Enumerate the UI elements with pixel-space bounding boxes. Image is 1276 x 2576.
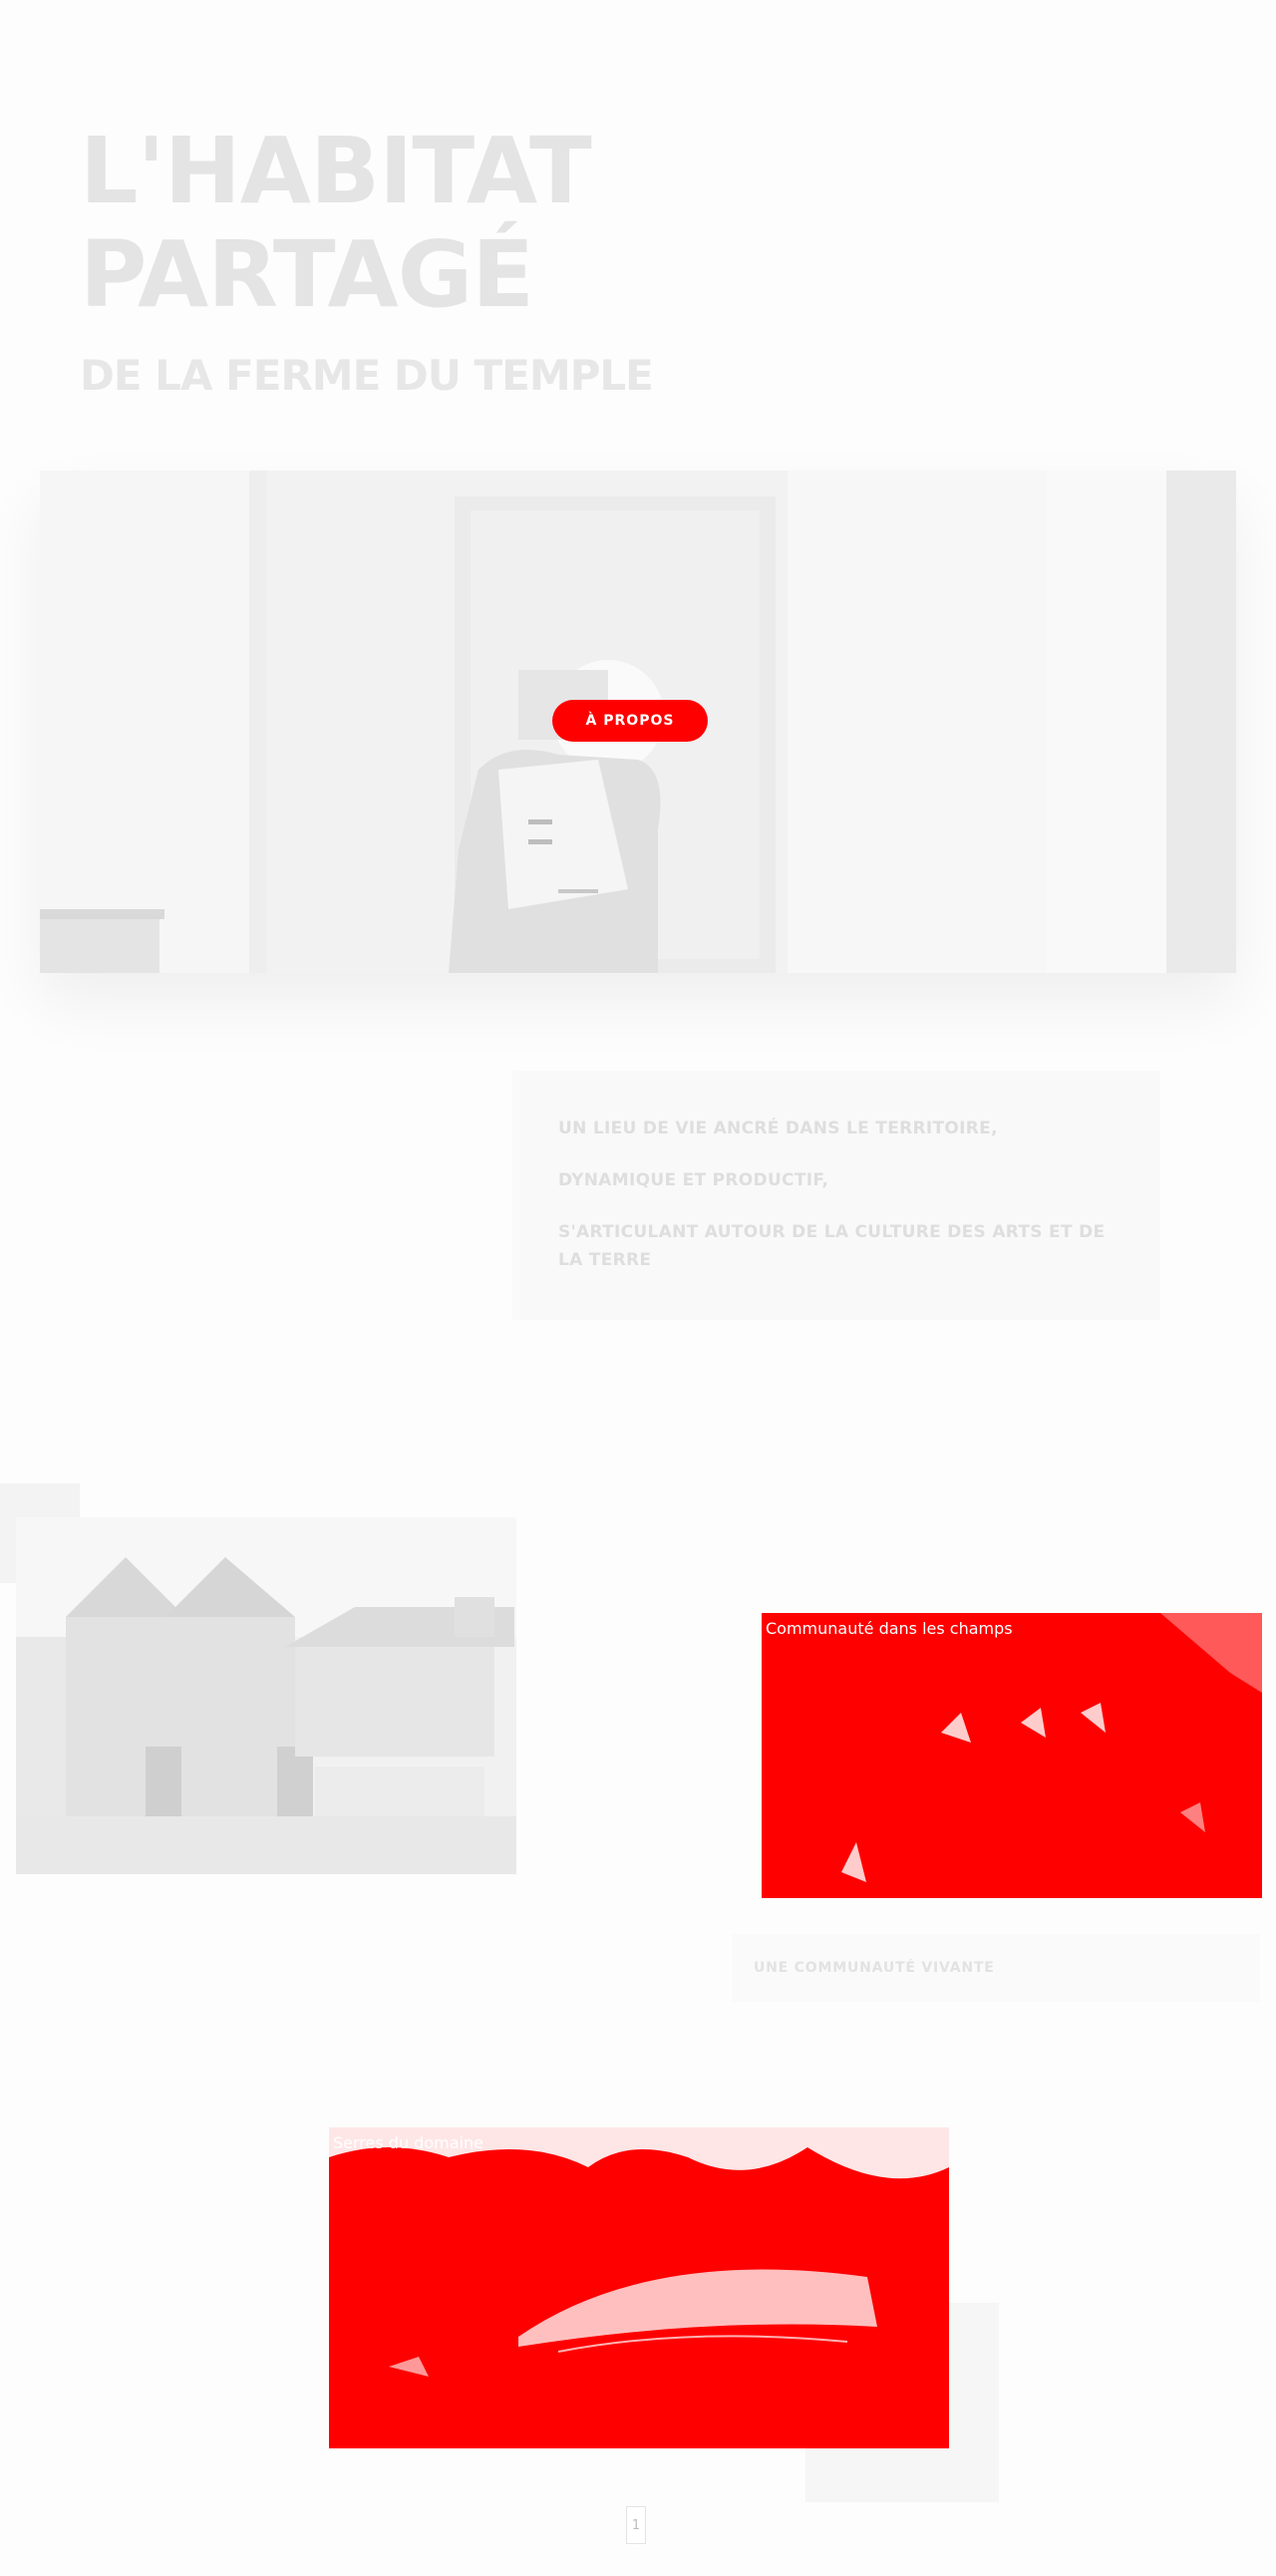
- about-badge-button[interactable]: À PROPOS: [552, 700, 708, 742]
- pagination-page-button[interactable]: 1: [626, 2506, 646, 2544]
- intro-line-2: DYNAMIQUE ET PRODUCTIF,: [558, 1170, 829, 1190]
- title-line-2: PARTAGÉ: [80, 221, 534, 328]
- intro-box: UN LIEU DE VIE ANCRÉ DANS LE TERRITOIRE,…: [512, 1071, 1160, 1320]
- page-subtitle: DE LA FERME DU TEMPLE: [80, 351, 654, 400]
- farm-building-photo: [16, 1517, 516, 1874]
- community-section-label: UNE COMMUNAUTÉ VIVANTE: [732, 1934, 1260, 2002]
- page-title: L'HABITAT PARTAGÉ: [80, 120, 778, 327]
- community-photo: Communauté dans les champs: [762, 1613, 1262, 1898]
- community-photo-caption: Communauté dans les champs: [766, 1619, 1013, 1638]
- greenhouse-photo-caption: Serres du domaine: [333, 2133, 483, 2152]
- title-line-1: L'HABITAT: [80, 118, 592, 224]
- greenhouse-photo: Serres du domaine: [329, 2127, 949, 2448]
- intro-line-1: UN LIEU DE VIE ANCRÉ DANS LE TERRITOIRE,: [558, 1119, 998, 1138]
- intro-line-3: S'ARTICULANT AUTOUR DE LA CULTURE DES AR…: [558, 1222, 1106, 1270]
